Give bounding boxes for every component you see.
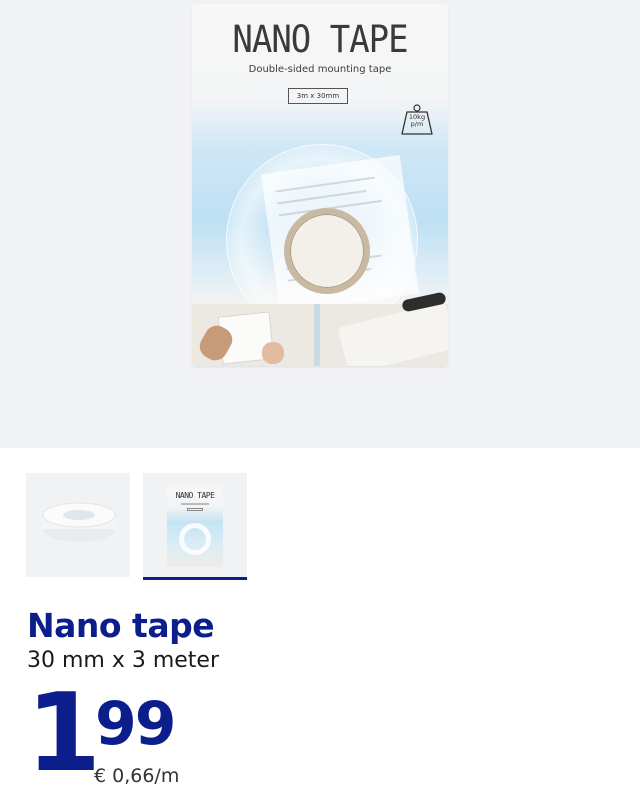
product-package-image[interactable]: NANO TAPE Double-sided mounting tape 3m …	[192, 4, 448, 366]
thumbnail-tape-roll[interactable]	[26, 473, 130, 577]
tape-roll-image	[42, 502, 116, 542]
package-title: NANO TAPE	[232, 18, 408, 62]
thumbnail-package[interactable]: NANO TAPE	[143, 473, 247, 577]
product-image-area: NANO TAPE Double-sided mounting tape 3m …	[0, 0, 640, 448]
product-subtitle: 30 mm x 3 meter	[27, 648, 220, 673]
product-title: Nano tape	[27, 606, 215, 645]
hand-graphic	[262, 342, 284, 364]
selected-thumbnail-indicator	[143, 577, 247, 580]
package-size-label: 3m x 30mm	[288, 88, 348, 104]
mini-size-box	[187, 508, 203, 511]
mini-subtitle-line	[181, 503, 209, 505]
mini-package-title: NANO TAPE	[175, 491, 215, 500]
tape-core-graphic	[284, 208, 370, 294]
unit-price: € 0,66/m	[94, 765, 180, 787]
liner-line	[276, 189, 367, 205]
package-mini-image: NANO TAPE	[167, 485, 223, 567]
package-post	[314, 304, 320, 366]
price-whole: 1	[26, 671, 101, 796]
weight-badge-unit: p/m	[410, 120, 424, 128]
weight-badge-text: 10kg p/m	[400, 114, 434, 128]
tape-strip-graphic	[337, 301, 448, 366]
package-subtitle: Double-sided mounting tape	[248, 64, 392, 75]
weight-icon: 10kg p/m	[400, 104, 434, 136]
price-decimal: 99	[95, 689, 176, 759]
usage-scene-photo	[192, 291, 448, 366]
mini-roll-graphic	[179, 523, 211, 555]
